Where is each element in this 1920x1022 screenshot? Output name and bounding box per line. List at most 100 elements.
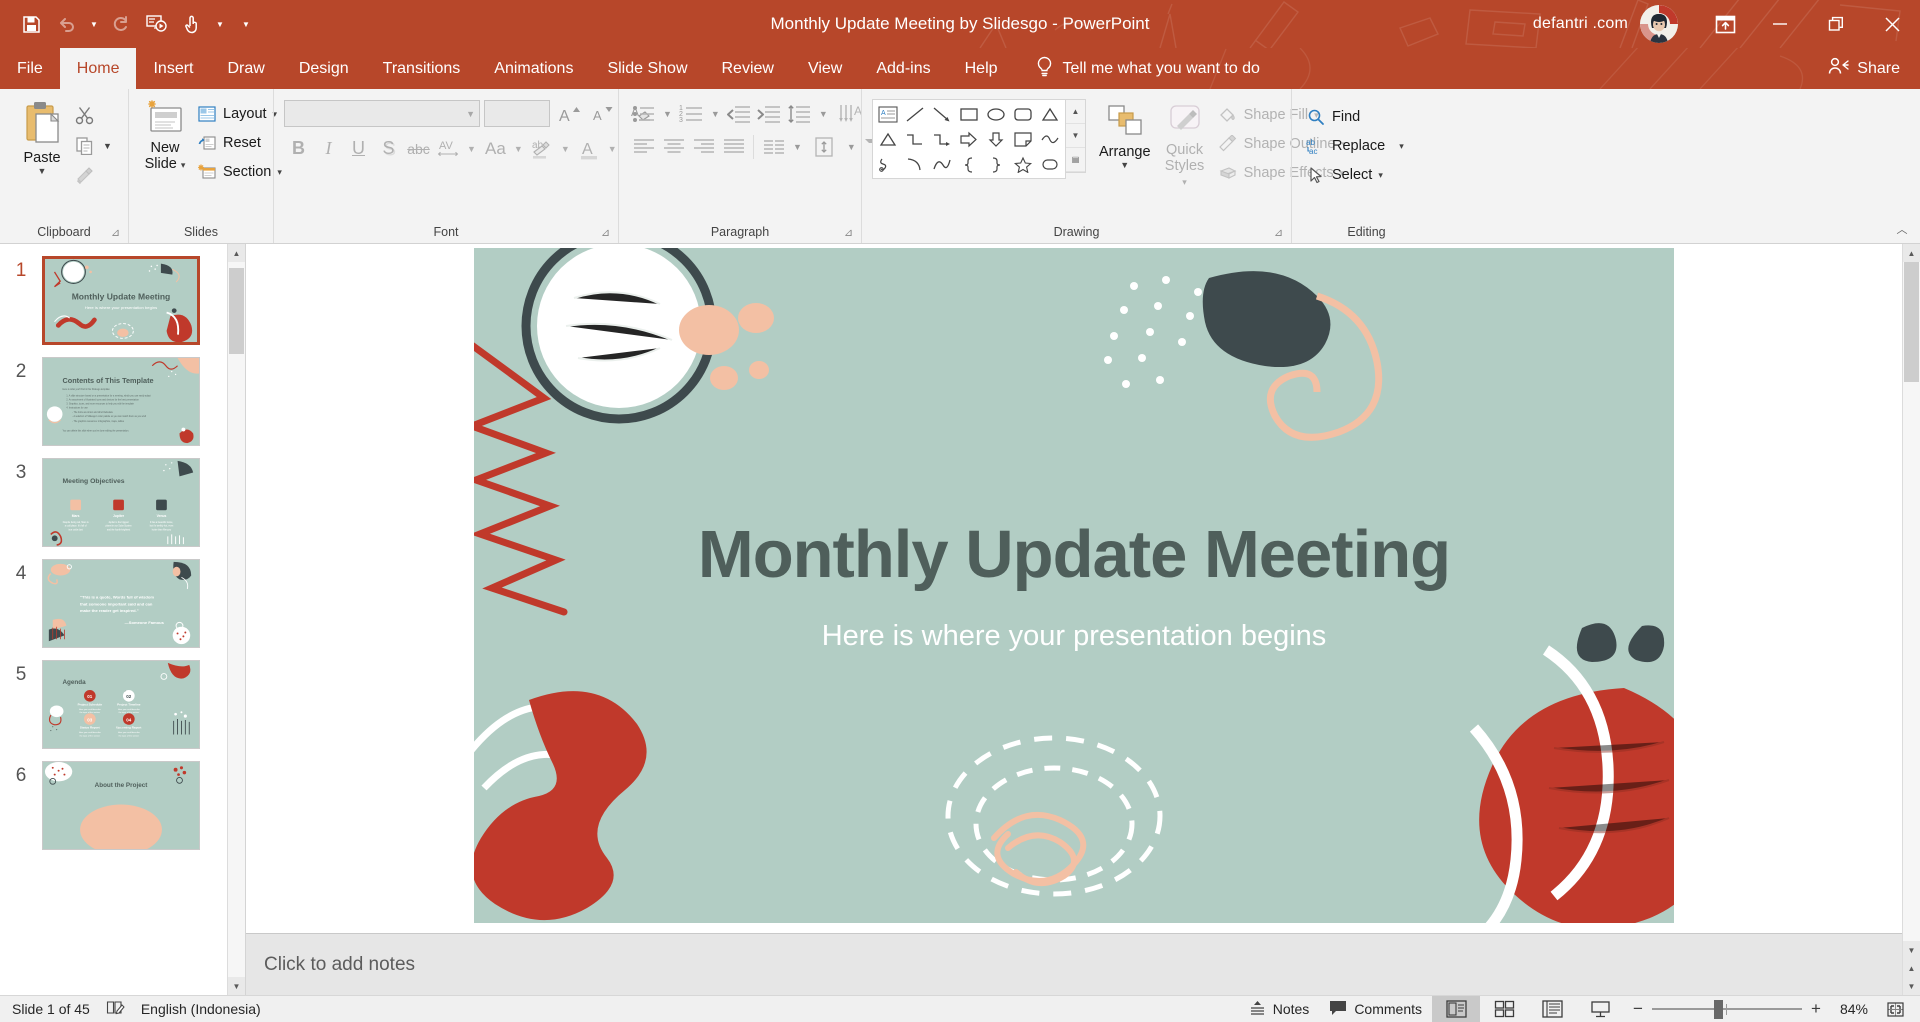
touch-mode-dropdown-icon[interactable]: ▼ <box>212 7 228 41</box>
thumbnail-scroll-handle[interactable] <box>229 268 244 354</box>
text-highlight-color-button[interactable]: ab <box>528 134 557 163</box>
find-button[interactable]: Find <box>1302 103 1410 131</box>
text-highlight-dropdown-icon[interactable]: ▼ <box>557 144 574 154</box>
tab-animations[interactable]: Animations <box>477 48 590 89</box>
shape-right-brace[interactable] <box>983 152 1009 176</box>
align-center-button[interactable] <box>659 132 688 161</box>
minimize-button[interactable] <box>1752 0 1808 48</box>
shape-folded-corner[interactable] <box>1010 127 1036 151</box>
current-slide[interactable]: Monthly Update Meeting Here is where you… <box>474 248 1674 923</box>
paste-button[interactable]: Paste ▼ <box>14 97 70 179</box>
align-text-button[interactable] <box>813 132 842 161</box>
shape-down-arrow[interactable] <box>983 127 1009 151</box>
align-text-dropdown-icon[interactable]: ▼ <box>843 142 860 152</box>
zoom-out-button[interactable]: − <box>1624 996 1652 1022</box>
arrange-button[interactable]: Arrange ▼ <box>1094 99 1155 173</box>
bold-button[interactable]: B <box>284 134 313 163</box>
copy-button[interactable] <box>70 131 99 160</box>
select-button[interactable]: Select ▾ <box>1302 161 1410 189</box>
replace-button[interactable]: ab ac Replace ▾ <box>1302 132 1410 160</box>
new-slide-button[interactable]: New Slide ▾ <box>137 97 193 175</box>
thumbnail-pane-scrollbar[interactable]: ▲ ▼ <box>227 244 245 995</box>
save-icon[interactable] <box>14 7 48 41</box>
italic-button[interactable]: I <box>314 134 343 163</box>
shape-oval[interactable] <box>983 102 1009 126</box>
shapes-scroll-up-icon[interactable]: ▲ <box>1066 100 1085 124</box>
slide-area-scrollbar[interactable]: ▲ ▼ ▲ ▼ <box>1902 244 1920 995</box>
shapes-scroll-down-icon[interactable]: ▼ <box>1066 124 1085 148</box>
arrange-dropdown-icon[interactable]: ▼ <box>1120 161 1129 170</box>
zoom-in-button[interactable]: + <box>1802 996 1830 1022</box>
restore-button[interactable] <box>1808 0 1864 48</box>
change-case-dropdown-icon[interactable]: ▼ <box>510 144 527 154</box>
shape-arc[interactable] <box>902 152 928 176</box>
increase-font-size-button[interactable]: A <box>554 99 583 128</box>
shape-more-2[interactable] <box>1037 127 1063 151</box>
slide-sorter-view-button[interactable] <box>1480 996 1528 1022</box>
redo-icon[interactable] <box>104 7 138 41</box>
shape-rounded-rectangle[interactable] <box>1010 102 1036 126</box>
paste-dropdown-icon[interactable]: ▼ <box>38 167 47 176</box>
select-dropdown-icon[interactable]: ▾ <box>1378 171 1383 180</box>
shape-more-1[interactable] <box>1037 102 1063 126</box>
shape-elbow-arrow-connector[interactable] <box>929 127 955 151</box>
start-from-beginning-icon[interactable] <box>140 7 174 41</box>
shape-triangle[interactable] <box>875 127 901 151</box>
previous-slide-icon[interactable]: ▲ <box>1903 959 1920 977</box>
slide-thumbnail-frame-6[interactable]: About the Project <box>42 761 200 850</box>
quick-access-toolbar[interactable]: ▼ ▼ ▼ <box>0 7 254 41</box>
columns-dropdown-icon[interactable]: ▼ <box>789 142 806 152</box>
shapes-gallery-scrollbar[interactable]: ▲ ▼ ▤ <box>1066 99 1086 173</box>
bullets-button[interactable] <box>629 99 658 128</box>
shape-rectangle[interactable] <box>956 102 982 126</box>
tab-home[interactable]: Home <box>59 48 137 89</box>
justify-button[interactable] <box>719 132 748 161</box>
customize-qat-icon[interactable]: ▼ <box>238 7 254 41</box>
slide-counter[interactable]: Slide 1 of 45 <box>12 1001 90 1017</box>
shape-line[interactable] <box>902 102 928 126</box>
drawing-dialog-launcher[interactable]: ⊿ <box>1272 226 1285 239</box>
notes-button[interactable]: Notes <box>1239 996 1320 1022</box>
cut-button[interactable] <box>70 101 99 130</box>
tab-add-ins[interactable]: Add-ins <box>859 48 947 89</box>
shape-left-brace[interactable] <box>956 152 982 176</box>
shape-text-box[interactable]: A <box>875 102 901 126</box>
tab-help[interactable]: Help <box>948 48 1015 89</box>
tab-slide-show[interactable]: Slide Show <box>590 48 704 89</box>
slide-show-button[interactable] <box>1576 996 1624 1022</box>
slide-scroll-handle[interactable] <box>1904 262 1919 382</box>
slide-thumbnail-4[interactable]: 4 "This is a quote, Words full of wisdom <box>0 553 227 654</box>
shapes-gallery[interactable]: A <box>872 99 1066 179</box>
undo-icon[interactable] <box>50 7 84 41</box>
collapse-ribbon-button[interactable]: ︿ <box>1892 219 1912 239</box>
slide-thumbnail-frame-5[interactable]: Agenda 01 02 03 04 Project Schedule Here… <box>42 660 200 749</box>
columns-button[interactable] <box>759 132 788 161</box>
slide-thumbnail-frame-3[interactable]: Meeting Objectives Mars Despite being re… <box>42 458 200 547</box>
strikethrough-button[interactable]: abc <box>404 134 433 163</box>
comments-button[interactable]: Comments <box>1319 996 1432 1022</box>
align-left-button[interactable] <box>629 132 658 161</box>
slide-thumbnail-2[interactable]: 2 Contents of This Template Here is what… <box>0 351 227 452</box>
close-button[interactable] <box>1864 0 1920 48</box>
new-slide-dropdown-icon[interactable]: ▾ <box>181 160 186 170</box>
line-spacing-button[interactable] <box>785 99 814 128</box>
tab-design[interactable]: Design <box>282 48 366 89</box>
touch-mouse-mode-icon[interactable] <box>176 7 210 41</box>
quick-styles-button[interactable]: Quick Styles ▾ <box>1155 99 1213 192</box>
zoom-controls[interactable]: − + 84% <box>1624 996 1920 1022</box>
shape-curve[interactable] <box>929 152 955 176</box>
zoom-percent-label[interactable]: 84% <box>1830 1001 1878 1017</box>
bullets-dropdown-icon[interactable]: ▼ <box>659 109 676 119</box>
zoom-slider[interactable] <box>1652 996 1802 1022</box>
slide-canvas-area[interactable]: Monthly Update Meeting Here is where you… <box>246 244 1902 933</box>
font-color-button[interactable]: A <box>575 134 604 163</box>
slide-thumbnail-3[interactable]: 3 Meeting Objectives Mars Despite being … <box>0 452 227 553</box>
format-painter-button[interactable] <box>70 161 99 190</box>
change-case-button[interactable]: Aa <box>481 134 510 163</box>
shape-scribble[interactable] <box>875 152 901 176</box>
tab-transitions[interactable]: Transitions <box>366 48 478 89</box>
slide-thumbnail-5[interactable]: 5 Agenda 01 02 03 04 Project Schedule He… <box>0 654 227 755</box>
normal-view-button[interactable] <box>1432 995 1480 1022</box>
character-spacing-button[interactable]: AV <box>434 134 463 163</box>
shape-right-arrow[interactable] <box>956 127 982 151</box>
